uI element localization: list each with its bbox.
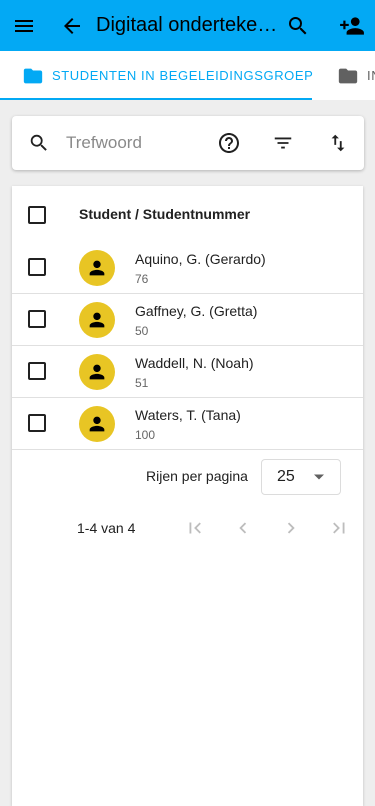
tab-studenten-begeleidingsgroep[interactable]: STUDENTEN IN BEGELEIDINGSGROEP <box>22 51 313 100</box>
avatar <box>79 354 115 390</box>
previous-page-button[interactable] <box>227 512 259 544</box>
row-checkbox[interactable] <box>28 362 46 380</box>
search-input[interactable] <box>66 128 206 158</box>
search-button[interactable] <box>278 0 318 51</box>
page-title: Digitaal ondertekenen <box>96 14 278 36</box>
rows-per-page-label: Rijen per pagina <box>146 468 248 484</box>
student-table: Student / Studentnummer Aquino, G. (Gera… <box>12 186 363 806</box>
row-checkbox[interactable] <box>28 310 46 328</box>
table-header: Student / Studentnummer <box>12 186 363 242</box>
rows-per-page-select[interactable]: 25 <box>261 459 341 495</box>
tab-in[interactable]: IN <box>337 51 375 100</box>
person-icon <box>89 312 105 328</box>
sort-icon <box>331 134 345 152</box>
student-name: Waters, T. (Tana) <box>135 407 241 423</box>
avatar <box>79 250 115 286</box>
student-name: Waddell, N. (Noah) <box>135 355 254 371</box>
menu-icon <box>15 19 33 32</box>
row-checkbox[interactable] <box>28 414 46 432</box>
chevron-right-icon <box>287 522 295 534</box>
add-person-button[interactable] <box>332 0 372 51</box>
tab-label: STUDENTEN IN BEGELEIDINGSGROEP <box>52 68 314 83</box>
menu-button[interactable] <box>4 0 44 51</box>
person-icon <box>89 260 105 276</box>
student-number: 51 <box>135 376 149 390</box>
student-name: Aquino, G. (Gerardo) <box>135 251 266 267</box>
back-button[interactable] <box>52 0 92 51</box>
tab-bar: STUDENTEN IN BEGELEIDINGSGROEP IN <box>0 51 375 100</box>
search-icon <box>30 134 47 151</box>
chevron-left-icon <box>239 522 247 534</box>
arrow-drop-down-icon <box>314 474 324 480</box>
arrow-back-icon <box>64 17 80 34</box>
student-name: Gaffney, G. (Gretta) <box>135 303 258 319</box>
search-icon <box>289 16 307 34</box>
table-row[interactable]: Waters, T. (Tana) 100 <box>12 398 363 450</box>
person-add-icon <box>340 16 364 35</box>
avatar <box>79 302 115 338</box>
search-icon-button <box>19 116 59 170</box>
first-page-button[interactable] <box>179 512 211 544</box>
row-checkbox[interactable] <box>28 258 46 276</box>
last-page-icon <box>333 522 345 534</box>
first-page-icon <box>189 522 201 534</box>
avatar <box>79 406 115 442</box>
search-bar <box>12 116 364 170</box>
filter-icon <box>274 137 292 149</box>
next-page-button[interactable] <box>275 512 307 544</box>
tab-label: IN <box>367 68 375 83</box>
help-circle-icon <box>219 133 239 153</box>
folder-icon <box>338 68 358 83</box>
table-row[interactable]: Waddell, N. (Noah) 51 <box>12 346 363 398</box>
folder-icon <box>23 68 43 83</box>
person-icon <box>89 416 105 432</box>
student-number: 76 <box>135 272 149 286</box>
app-bar: Digitaal ondertekenen <box>0 0 375 51</box>
student-number: 100 <box>135 428 156 442</box>
last-page-button[interactable] <box>323 512 355 544</box>
sort-button[interactable] <box>318 116 358 170</box>
help-button[interactable] <box>209 116 249 170</box>
student-number: 50 <box>135 324 149 338</box>
table-row[interactable]: Gaffney, G. (Gretta) 50 <box>12 294 363 346</box>
active-tab-indicator <box>0 98 312 100</box>
rows-per-page-value: 25 <box>277 468 295 485</box>
select-all-checkbox[interactable] <box>28 206 46 224</box>
pagination-range: 1-4 van 4 <box>77 520 136 536</box>
table-row[interactable]: Aquino, G. (Gerardo) 76 <box>12 242 363 294</box>
person-icon <box>89 364 105 380</box>
filter-button[interactable] <box>263 116 303 170</box>
column-header-student: Student / Studentnummer <box>79 206 251 222</box>
